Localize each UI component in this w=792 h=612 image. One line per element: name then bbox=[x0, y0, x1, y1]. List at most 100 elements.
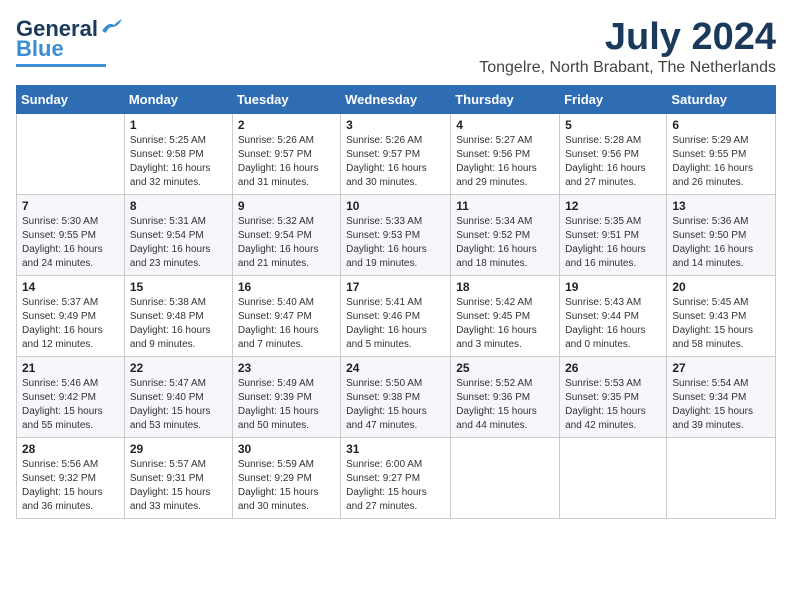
calendar-cell: 3 Sunrise: 5:26 AMSunset: 9:57 PMDaylight… bbox=[341, 114, 451, 195]
col-header-wednesday: Wednesday bbox=[341, 86, 451, 114]
month-year-title: July 2024 bbox=[479, 16, 776, 59]
calendar-cell: 7 Sunrise: 5:30 AMSunset: 9:55 PMDaylight… bbox=[17, 195, 125, 276]
day-number: 7 bbox=[22, 199, 119, 213]
day-info: Sunrise: 5:26 AMSunset: 9:57 PMDaylight:… bbox=[346, 135, 427, 188]
day-info: Sunrise: 5:33 AMSunset: 9:53 PMDaylight:… bbox=[346, 216, 427, 269]
day-info: Sunrise: 5:32 AMSunset: 9:54 PMDaylight:… bbox=[238, 216, 319, 269]
calendar-cell: 25 Sunrise: 5:52 AMSunset: 9:36 PMDayligh… bbox=[451, 357, 560, 438]
day-info: Sunrise: 5:50 AMSunset: 9:38 PMDaylight:… bbox=[346, 378, 427, 431]
day-info: Sunrise: 5:52 AMSunset: 9:36 PMDaylight:… bbox=[456, 378, 537, 431]
day-number: 12 bbox=[565, 199, 661, 213]
day-info: Sunrise: 5:54 AMSunset: 9:34 PMDaylight:… bbox=[672, 378, 753, 431]
day-info: Sunrise: 6:00 AMSunset: 9:27 PMDaylight:… bbox=[346, 459, 427, 512]
day-number: 25 bbox=[456, 361, 554, 375]
calendar-cell: 23Sunrise: 5:49 AMSunset: 9:39 PMDayligh… bbox=[232, 357, 340, 438]
calendar-cell: 11Sunrise: 5:34 AMSunset: 9:52 PMDayligh… bbox=[451, 195, 560, 276]
day-number: 21 bbox=[22, 361, 119, 375]
calendar-cell: 26 Sunrise: 5:53 AMSunset: 9:35 PMDayligh… bbox=[560, 357, 667, 438]
day-number: 5 bbox=[565, 118, 661, 132]
calendar-cell: 27 Sunrise: 5:54 AMSunset: 9:34 PMDayligh… bbox=[667, 357, 776, 438]
day-number: 24 bbox=[346, 361, 445, 375]
day-info: Sunrise: 5:43 AMSunset: 9:44 PMDaylight:… bbox=[565, 297, 646, 350]
day-number: 27 bbox=[672, 361, 770, 375]
calendar-cell: 6 Sunrise: 5:29 AMSunset: 9:55 PMDaylight… bbox=[667, 114, 776, 195]
day-info: Sunrise: 5:56 AMSunset: 9:32 PMDaylight:… bbox=[22, 459, 103, 512]
calendar-cell: 12 Sunrise: 5:35 AMSunset: 9:51 PMDayligh… bbox=[560, 195, 667, 276]
calendar-cell: 8 Sunrise: 5:31 AMSunset: 9:54 PMDaylight… bbox=[124, 195, 232, 276]
title-block: July 2024 Tongelre, North Brabant, The N… bbox=[479, 16, 776, 77]
day-number: 22 bbox=[130, 361, 227, 375]
calendar-cell: 15 Sunrise: 5:38 AMSunset: 9:48 PMDayligh… bbox=[124, 276, 232, 357]
calendar-cell bbox=[560, 438, 667, 519]
day-number: 1 bbox=[130, 118, 227, 132]
calendar-cell bbox=[451, 438, 560, 519]
logo-underline bbox=[16, 64, 106, 67]
calendar-week-2: 7 Sunrise: 5:30 AMSunset: 9:55 PMDaylight… bbox=[17, 195, 776, 276]
day-number: 6 bbox=[672, 118, 770, 132]
calendar-week-5: 28 Sunrise: 5:56 AMSunset: 9:32 PMDayligh… bbox=[17, 438, 776, 519]
day-info: Sunrise: 5:37 AMSunset: 9:49 PMDaylight:… bbox=[22, 297, 103, 350]
day-info: Sunrise: 5:45 AMSunset: 9:43 PMDaylight:… bbox=[672, 297, 753, 350]
day-info: Sunrise: 5:35 AMSunset: 9:51 PMDaylight:… bbox=[565, 216, 646, 269]
day-number: 30 bbox=[238, 442, 335, 456]
day-number: 10 bbox=[346, 199, 445, 213]
calendar-cell: 28 Sunrise: 5:56 AMSunset: 9:32 PMDayligh… bbox=[17, 438, 125, 519]
day-number: 13 bbox=[672, 199, 770, 213]
day-info: Sunrise: 5:27 AMSunset: 9:56 PMDaylight:… bbox=[456, 135, 537, 188]
day-number: 18 bbox=[456, 280, 554, 294]
calendar-cell: 31 Sunrise: 6:00 AMSunset: 9:27 PMDayligh… bbox=[341, 438, 451, 519]
day-number: 23 bbox=[238, 361, 335, 375]
day-info: Sunrise: 5:30 AMSunset: 9:55 PMDaylight:… bbox=[22, 216, 103, 269]
day-number: 16 bbox=[238, 280, 335, 294]
day-number: 15 bbox=[130, 280, 227, 294]
day-number: 28 bbox=[22, 442, 119, 456]
day-number: 26 bbox=[565, 361, 661, 375]
day-info: Sunrise: 5:26 AMSunset: 9:57 PMDaylight:… bbox=[238, 135, 319, 188]
day-number: 4 bbox=[456, 118, 554, 132]
day-number: 3 bbox=[346, 118, 445, 132]
col-header-sunday: Sunday bbox=[17, 86, 125, 114]
calendar-cell: 9 Sunrise: 5:32 AMSunset: 9:54 PMDaylight… bbox=[232, 195, 340, 276]
col-header-monday: Monday bbox=[124, 86, 232, 114]
calendar-cell: 22Sunrise: 5:47 AMSunset: 9:40 PMDayligh… bbox=[124, 357, 232, 438]
calendar-cell: 21 Sunrise: 5:46 AMSunset: 9:42 PMDayligh… bbox=[17, 357, 125, 438]
day-info: Sunrise: 5:29 AMSunset: 9:55 PMDaylight:… bbox=[672, 135, 753, 188]
location-subtitle: Tongelre, North Brabant, The Netherlands bbox=[479, 59, 776, 77]
calendar-cell bbox=[17, 114, 125, 195]
calendar-cell: 24 Sunrise: 5:50 AMSunset: 9:38 PMDayligh… bbox=[341, 357, 451, 438]
calendar-table: SundayMondayTuesdayWednesdayThursdayFrid… bbox=[16, 85, 776, 519]
calendar-week-3: 14Sunrise: 5:37 AMSunset: 9:49 PMDayligh… bbox=[17, 276, 776, 357]
calendar-week-1: 1 Sunrise: 5:25 AMSunset: 9:58 PMDaylight… bbox=[17, 114, 776, 195]
calendar-cell: 2Sunrise: 5:26 AMSunset: 9:57 PMDaylight… bbox=[232, 114, 340, 195]
col-header-friday: Friday bbox=[560, 86, 667, 114]
day-number: 9 bbox=[238, 199, 335, 213]
day-info: Sunrise: 5:38 AMSunset: 9:48 PMDaylight:… bbox=[130, 297, 211, 350]
day-info: Sunrise: 5:53 AMSunset: 9:35 PMDaylight:… bbox=[565, 378, 646, 431]
page-header: General Blue July 2024 Tongelre, North B… bbox=[16, 16, 776, 77]
day-info: Sunrise: 5:36 AMSunset: 9:50 PMDaylight:… bbox=[672, 216, 753, 269]
day-info: Sunrise: 5:25 AMSunset: 9:58 PMDaylight:… bbox=[130, 135, 211, 188]
calendar-cell: 5 Sunrise: 5:28 AMSunset: 9:56 PMDaylight… bbox=[560, 114, 667, 195]
day-number: 19 bbox=[565, 280, 661, 294]
col-header-tuesday: Tuesday bbox=[232, 86, 340, 114]
day-info: Sunrise: 5:31 AMSunset: 9:54 PMDaylight:… bbox=[130, 216, 211, 269]
day-info: Sunrise: 5:59 AMSunset: 9:29 PMDaylight:… bbox=[238, 459, 319, 512]
day-number: 20 bbox=[672, 280, 770, 294]
calendar-cell: 18Sunrise: 5:42 AMSunset: 9:45 PMDayligh… bbox=[451, 276, 560, 357]
calendar-cell bbox=[667, 438, 776, 519]
calendar-cell: 29Sunrise: 5:57 AMSunset: 9:31 PMDayligh… bbox=[124, 438, 232, 519]
calendar-cell: 30 Sunrise: 5:59 AMSunset: 9:29 PMDayligh… bbox=[232, 438, 340, 519]
calendar-cell: 14Sunrise: 5:37 AMSunset: 9:49 PMDayligh… bbox=[17, 276, 125, 357]
day-number: 31 bbox=[346, 442, 445, 456]
logo-blue-text: Blue bbox=[16, 36, 64, 62]
calendar-cell: 20 Sunrise: 5:45 AMSunset: 9:43 PMDayligh… bbox=[667, 276, 776, 357]
day-info: Sunrise: 5:46 AMSunset: 9:42 PMDaylight:… bbox=[22, 378, 103, 431]
calendar-cell: 10 Sunrise: 5:33 AMSunset: 9:53 PMDayligh… bbox=[341, 195, 451, 276]
day-number: 8 bbox=[130, 199, 227, 213]
calendar-cell: 13 Sunrise: 5:36 AMSunset: 9:50 PMDayligh… bbox=[667, 195, 776, 276]
calendar-cell: 1 Sunrise: 5:25 AMSunset: 9:58 PMDaylight… bbox=[124, 114, 232, 195]
day-info: Sunrise: 5:34 AMSunset: 9:52 PMDaylight:… bbox=[456, 216, 537, 269]
calendar-week-4: 21 Sunrise: 5:46 AMSunset: 9:42 PMDayligh… bbox=[17, 357, 776, 438]
calendar-header-row: SundayMondayTuesdayWednesdayThursdayFrid… bbox=[17, 86, 776, 114]
day-info: Sunrise: 5:28 AMSunset: 9:56 PMDaylight:… bbox=[565, 135, 646, 188]
